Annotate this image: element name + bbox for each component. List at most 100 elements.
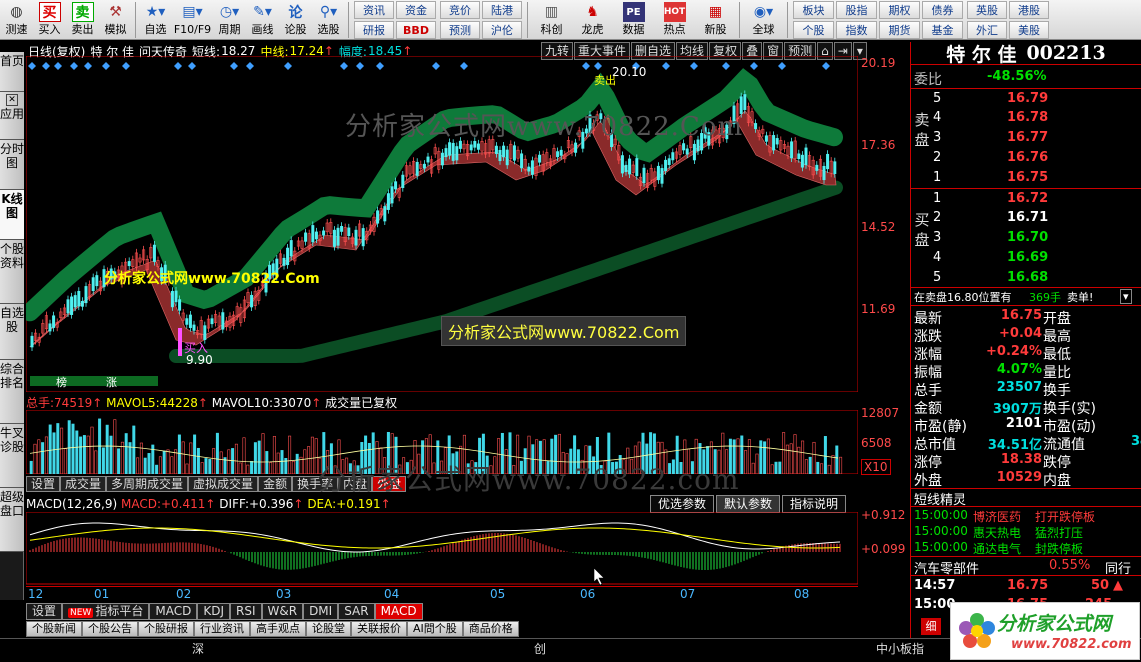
draw-button[interactable]: ✎▾ 画线 <box>246 0 279 40</box>
star-market-button[interactable]: ▥ 科创 <box>531 0 572 40</box>
industry-news-tab[interactable]: 行业资讯 <box>194 621 250 637</box>
bbd-button[interactable]: BBD <box>396 21 436 39</box>
index-futures-button[interactable]: 股指 <box>836 1 877 19</box>
detail-tab[interactable]: 细 <box>921 618 941 635</box>
uk-stocks-button[interactable]: 英股 <box>967 1 1007 19</box>
tab-rsi[interactable]: RSI <box>230 603 262 620</box>
bid-row[interactable]: 4 16.69 <box>911 250 1141 267</box>
fund-button[interactable]: 资金 <box>396 1 436 19</box>
indicator-settings-tab[interactable]: 设置 <box>26 603 63 620</box>
stocks-button[interactable]: 个股 <box>793 21 834 39</box>
us-stocks-button[interactable]: 美股 <box>1009 21 1049 39</box>
global-button[interactable]: ◉▾ 全球 <box>743 0 784 40</box>
commodity-prices-tab[interactable]: 商品价格 <box>462 621 519 637</box>
bid-row[interactable]: 3 16.70 <box>911 230 1141 247</box>
alert-row[interactable]: 15:00:00 博济医药 打开跌停板 <box>911 508 1141 525</box>
tab-kdj[interactable]: KDJ <box>197 603 230 620</box>
volume-tab[interactable]: 成交量 <box>60 476 107 492</box>
screener-button[interactable]: ⚲▾ 选股 <box>312 0 345 40</box>
tab-macd[interactable]: MACD <box>149 603 198 620</box>
sell-signal-label: 卖出 <box>594 73 616 87</box>
indices-button[interactable]: 指数 <box>836 21 877 39</box>
related-quotes-tab[interactable]: 关联报价 <box>351 621 407 637</box>
f10-button[interactable]: ▤▾ F10/F9 <box>172 0 213 40</box>
alert-row[interactable]: 15:00:00 通达电气 封跌停板 <box>911 540 1141 557</box>
scroll-down-icon[interactable]: ▾ <box>1120 289 1132 304</box>
status-chinext[interactable]: 创 <box>534 640 546 657</box>
sector-button[interactable]: 板块 <box>793 1 834 19</box>
tab-kline[interactable]: K线图 <box>0 190 24 240</box>
amount-tab[interactable]: 金额 <box>258 476 293 492</box>
bid-row[interactable]: 5 16.68 <box>911 270 1141 287</box>
stock-announcements-tab[interactable]: 个股公告 <box>82 621 138 637</box>
ask-row[interactable]: 5 16.79 <box>911 91 1141 108</box>
buy-button[interactable]: 买买入 <box>33 0 66 40</box>
sector-row[interactable]: 汽车零部件 0.55% 同行 <box>911 558 1141 577</box>
bonds-button[interactable]: 债券 <box>922 1 963 19</box>
ai-ask-tab[interactable]: AI問个股 <box>407 621 463 637</box>
research-button[interactable]: 研报 <box>354 21 394 39</box>
hk-connect-button[interactable]: 陆港 <box>482 1 522 19</box>
simulate-button[interactable]: ⚒ 模拟 <box>99 0 132 40</box>
tab-macd-active[interactable]: MACD <box>374 603 423 620</box>
forum-button[interactable]: 论论股 <box>279 0 312 40</box>
funds-button[interactable]: 基金 <box>922 21 963 39</box>
tab-wr[interactable]: W&R <box>261 603 304 620</box>
alert-event: 封跌停板 <box>1035 542 1084 556</box>
optimize-params-button[interactable]: 优选参数 <box>650 495 715 513</box>
status-sme-index[interactable]: 中小板指 <box>876 640 924 657</box>
candle-body <box>203 325 207 340</box>
tab-diagnosis[interactable]: 牛叉诊股 <box>0 424 24 488</box>
status-shenzhen[interactable]: 深 <box>192 640 204 657</box>
ask-row[interactable]: 1 16.75 <box>911 170 1141 187</box>
forecast-button[interactable]: 预测 <box>440 21 480 39</box>
tab-ranking[interactable]: 综合排名 <box>0 360 24 424</box>
hotspot-button[interactable]: HOT 热点 <box>654 0 695 40</box>
indicator-help-button[interactable]: 指标说明 <box>782 495 847 513</box>
tab-watchlist[interactable]: 自选股 <box>0 304 24 360</box>
alert-row[interactable]: 15:00:00 惠天热电 猛烈打压 <box>911 524 1141 541</box>
forex-button[interactable]: 外汇 <box>967 21 1007 39</box>
tab-timeshare[interactable]: 分时图 <box>0 140 24 190</box>
options-button[interactable]: 期权 <box>879 1 920 19</box>
futures-button[interactable]: 期货 <box>879 21 920 39</box>
auction-button[interactable]: 竞价 <box>440 1 480 19</box>
ask-row[interactable]: 3 16.77 <box>911 130 1141 147</box>
candle-body <box>469 144 473 151</box>
expert-views-tab[interactable]: 高手观点 <box>250 621 306 637</box>
tab-dmi[interactable]: DMI <box>303 603 339 620</box>
ipo-button[interactable]: ▦ 新股 <box>695 0 736 40</box>
macd-chart[interactable] <box>26 512 858 586</box>
dragon-tiger-button[interactable]: ♞ 龙虎 <box>572 0 613 40</box>
macd-bars <box>29 533 841 571</box>
bid-row[interactable]: 2 16.71 <box>911 210 1141 227</box>
bid-row[interactable]: 1 16.72 <box>911 191 1141 208</box>
speedtest-button[interactable]: ◍ 测速 <box>0 0 33 40</box>
forum-tab[interactable]: 论股堂 <box>306 621 351 637</box>
hk-stocks-button[interactable]: 港股 <box>1009 1 1049 19</box>
watermark-box: 分析家公式网www.70822.Com <box>441 316 687 346</box>
tab-apps[interactable]: ✕ 应用 <box>0 92 24 140</box>
month-tick: 01 <box>94 587 110 601</box>
stock-research-tab[interactable]: 个股研报 <box>138 621 194 637</box>
virtual-volume-tab[interactable]: 虚拟成交量 <box>188 476 259 492</box>
shanghai-london-button[interactable]: 沪伦 <box>482 21 522 39</box>
stock-news-tab[interactable]: 个股新闻 <box>26 621 82 637</box>
ask-row[interactable]: 4 16.78 <box>911 110 1141 127</box>
tab-home[interactable]: 首页 <box>0 52 24 92</box>
tab-profile[interactable]: 个股资料 <box>0 240 24 304</box>
sell-button[interactable]: 卖卖出 <box>66 0 99 40</box>
tab-orderbook[interactable]: 超级盘口 <box>0 488 24 552</box>
default-params-button[interactable]: 默认参数 <box>716 495 781 513</box>
indicator-platform-tab[interactable]: NEW 指标平台 <box>62 603 150 620</box>
data-button[interactable]: PE 数据 <box>613 0 654 40</box>
close-icon[interactable]: ✕ <box>6 94 18 106</box>
volume-settings-tab[interactable]: 设置 <box>26 476 61 492</box>
ask-row[interactable]: 2 16.76 <box>911 150 1141 167</box>
multi-period-volume-tab[interactable]: 多周期成交量 <box>106 476 189 492</box>
news-button[interactable]: 资讯 <box>354 1 394 19</box>
watchlist-button[interactable]: ★▾ 自选 <box>139 0 172 40</box>
period-button[interactable]: ◷▾ 周期 <box>213 0 246 40</box>
candle-body <box>426 156 430 163</box>
tab-sar[interactable]: SAR <box>338 603 375 620</box>
